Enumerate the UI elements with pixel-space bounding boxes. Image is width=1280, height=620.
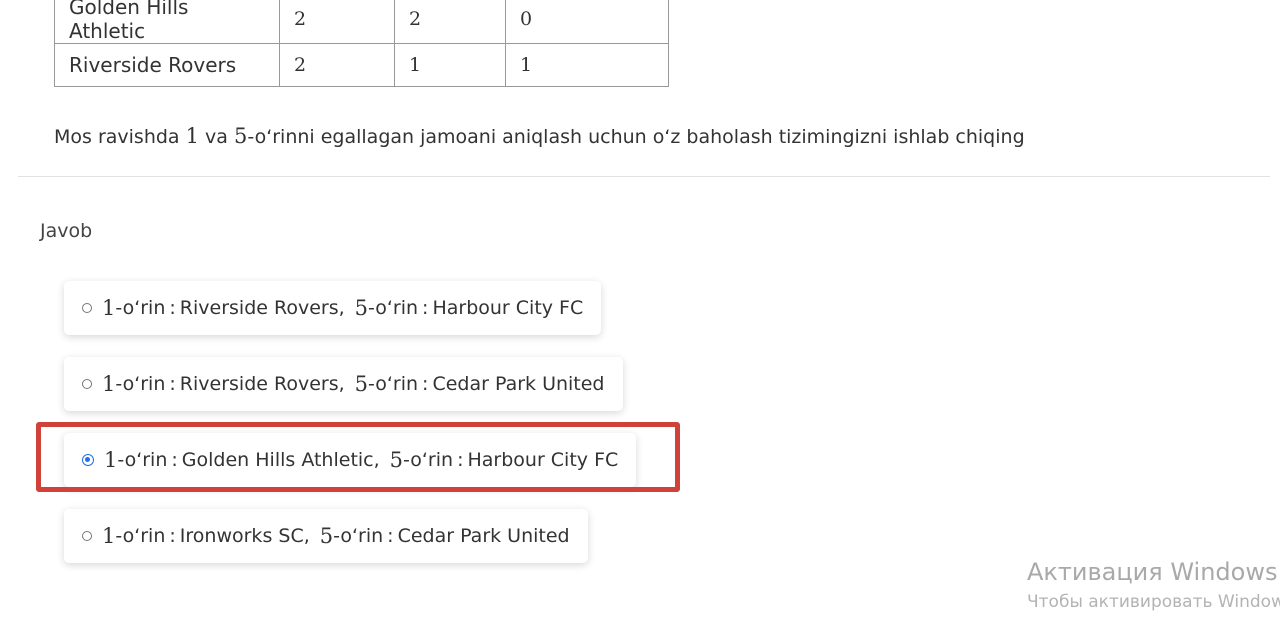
fifth-place-team: Cedar Park United — [432, 373, 605, 395]
fifth-place-number: 5 — [354, 296, 369, 320]
first-place-suffix: -o‘rin — [115, 297, 166, 319]
fifth-place-team: Cedar Park United — [397, 525, 570, 547]
stat-cell: 2 — [394, 0, 506, 44]
team-name-cell: Golden Hills Athletic — [54, 0, 280, 44]
colon-separator: : — [169, 297, 176, 319]
colon-separator: : — [169, 373, 176, 395]
table-row: Riverside Rovers 2 1 1 — [54, 43, 669, 87]
question-post: -o‘rinni egallagan jamoani aniqlash uchu… — [247, 126, 1025, 148]
answer-label: Javob — [40, 220, 93, 242]
question-pre: Mos ravishda — [54, 126, 186, 148]
first-place-suffix: -o‘rin — [115, 373, 166, 395]
colon-separator: : — [422, 373, 429, 395]
first-place-number: 1 — [102, 296, 116, 320]
comma-separator: , — [338, 297, 345, 319]
answer-option-2[interactable]: 1 -o‘rin: Riverside Rovers, 5 -o‘rin: Cedar P… — [64, 357, 623, 411]
first-place-suffix: -o‘rin — [115, 525, 166, 547]
stat-cell: 0 — [505, 0, 669, 44]
radio-button[interactable] — [82, 531, 92, 541]
first-place-number: 1 — [102, 524, 116, 548]
stat-cell: 2 — [279, 0, 395, 44]
fifth-place-suffix: -o‘rin — [368, 297, 419, 319]
question-number-first: 1 — [185, 124, 199, 148]
fifth-place-team: Harbour City FC — [432, 297, 584, 319]
colon-separator: : — [387, 525, 394, 547]
team-name-cell: Riverside Rovers — [54, 43, 280, 87]
colon-separator: : — [422, 297, 429, 319]
first-place-team: Riverside Rovers — [179, 373, 339, 395]
standings-table: Golden Hills Athletic 2 2 0 Riverside Ro… — [54, 0, 669, 87]
radio-button[interactable] — [82, 379, 92, 389]
fifth-place-number: 5 — [319, 524, 334, 548]
question-number-fifth: 5 — [233, 124, 248, 148]
first-place-team: Ironworks SC — [179, 525, 304, 547]
stat-cell: 1 — [505, 43, 669, 87]
comma-separator: , — [303, 525, 310, 547]
answer-option-4[interactable]: 1 -o‘rin: Ironworks SC, 5 -o‘rin: Cedar Park … — [64, 509, 588, 563]
comma-separator: , — [338, 373, 345, 395]
first-place-team: Riverside Rovers — [179, 297, 339, 319]
first-place-number: 1 — [102, 372, 116, 396]
table-row: Golden Hills Athletic 2 2 0 — [54, 0, 669, 44]
question-text: Mos ravishda 1 va 5-o‘rinni egallagan ja… — [54, 124, 1025, 148]
windows-activation-watermark-title: Активация Windows — [1027, 558, 1278, 586]
stat-cell: 2 — [279, 43, 395, 87]
windows-activation-watermark-subtitle: Чтобы активировать Window — [1027, 592, 1280, 612]
selected-answer-highlight — [36, 422, 680, 492]
radio-button[interactable] — [82, 303, 92, 313]
stat-cell: 1 — [394, 43, 506, 87]
fifth-place-suffix: -o‘rin — [333, 525, 384, 547]
question-mid: va — [205, 126, 234, 148]
section-divider — [18, 176, 1270, 177]
fifth-place-number: 5 — [354, 372, 369, 396]
fifth-place-suffix: -o‘rin — [368, 373, 419, 395]
colon-separator: : — [169, 525, 176, 547]
answer-option-1[interactable]: 1 -o‘rin: Riverside Rovers, 5 -o‘rin: Harbour… — [64, 281, 602, 335]
